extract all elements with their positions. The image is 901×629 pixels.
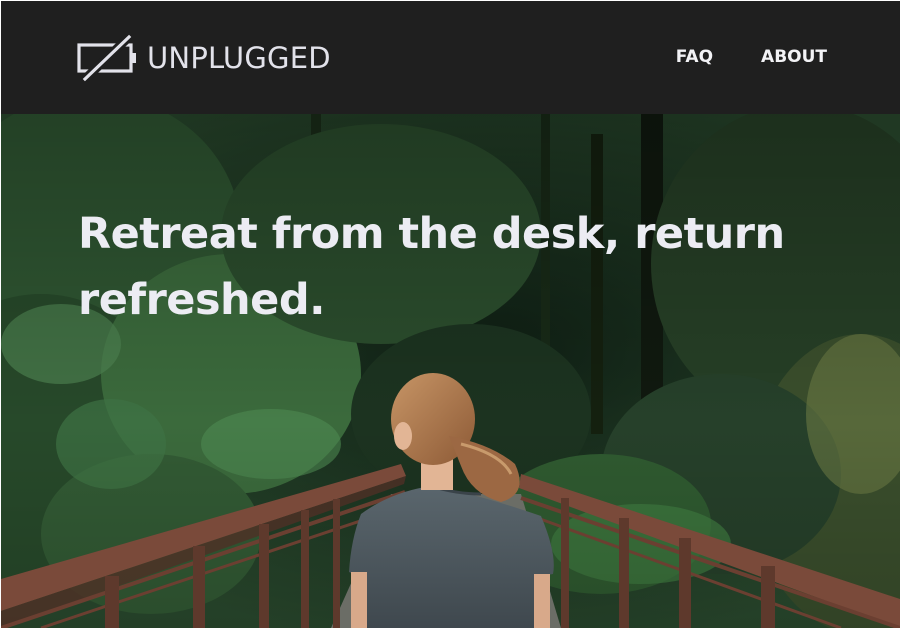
battery-slash-icon — [77, 34, 136, 82]
hero-section: Retreat from the desk, return refreshed. — [1, 114, 900, 628]
brand-logo-link[interactable]: UNPLUGGED — [77, 34, 331, 82]
woman-on-forest-bridge-photo — [1, 114, 900, 628]
nav-link-faq[interactable]: FAQ — [676, 46, 713, 68]
nav-link-about[interactable]: ABOUT — [761, 46, 827, 68]
hero-title: Retreat from the desk, return refreshed. — [78, 209, 785, 325]
brand-name: UNPLUGGED — [147, 40, 331, 75]
page: UNPLUGGED FAQ ABOUT Retreat from the des… — [1, 1, 900, 628]
site-header: UNPLUGGED FAQ ABOUT — [1, 1, 900, 114]
main-nav: FAQ ABOUT — [628, 46, 827, 68]
